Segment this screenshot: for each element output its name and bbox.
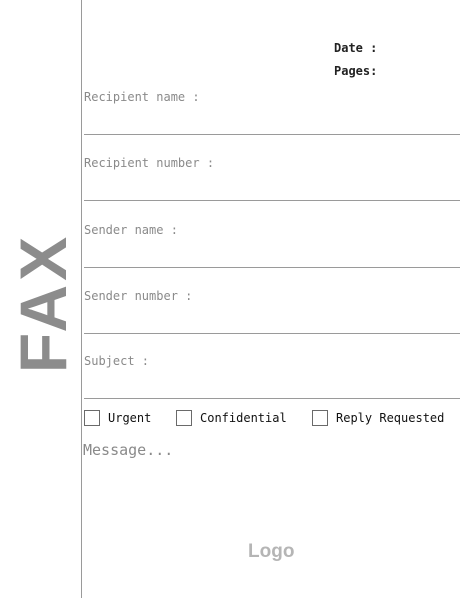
logo: Logo (248, 541, 295, 562)
reply-requested-option[interactable]: Reply Requested (312, 410, 444, 426)
date-label: Date : (334, 41, 378, 55)
recipient-number-label: Recipient number : (84, 156, 215, 170)
recipient-number-field[interactable] (84, 200, 460, 201)
fax-title: FAX (6, 232, 80, 374)
confidential-label: Confidential (200, 411, 287, 425)
sender-number-field[interactable] (84, 333, 460, 334)
subject-label: Subject : (84, 354, 150, 368)
pages-label: Pages: (334, 64, 378, 78)
recipient-name-label: Recipient name : (84, 90, 200, 104)
sender-name-label: Sender name : (84, 223, 178, 237)
urgent-checkbox[interactable] (84, 410, 100, 426)
recipient-name-field[interactable] (84, 134, 460, 135)
fax-cover-sheet: FAX Date : Pages: Recipient name : Recip… (0, 0, 460, 598)
side-divider (81, 0, 82, 598)
confidential-checkbox[interactable] (176, 410, 192, 426)
reply-requested-label: Reply Requested (336, 411, 445, 425)
message-area[interactable]: Message... (83, 441, 173, 459)
sender-name-field[interactable] (84, 267, 460, 268)
sender-number-label: Sender number : (84, 289, 193, 303)
urgent-option[interactable]: Urgent (84, 410, 151, 426)
reply-requested-checkbox[interactable] (312, 410, 328, 426)
subject-field[interactable] (84, 398, 460, 399)
urgent-label: Urgent (108, 411, 152, 425)
confidential-option[interactable]: Confidential (176, 410, 287, 426)
